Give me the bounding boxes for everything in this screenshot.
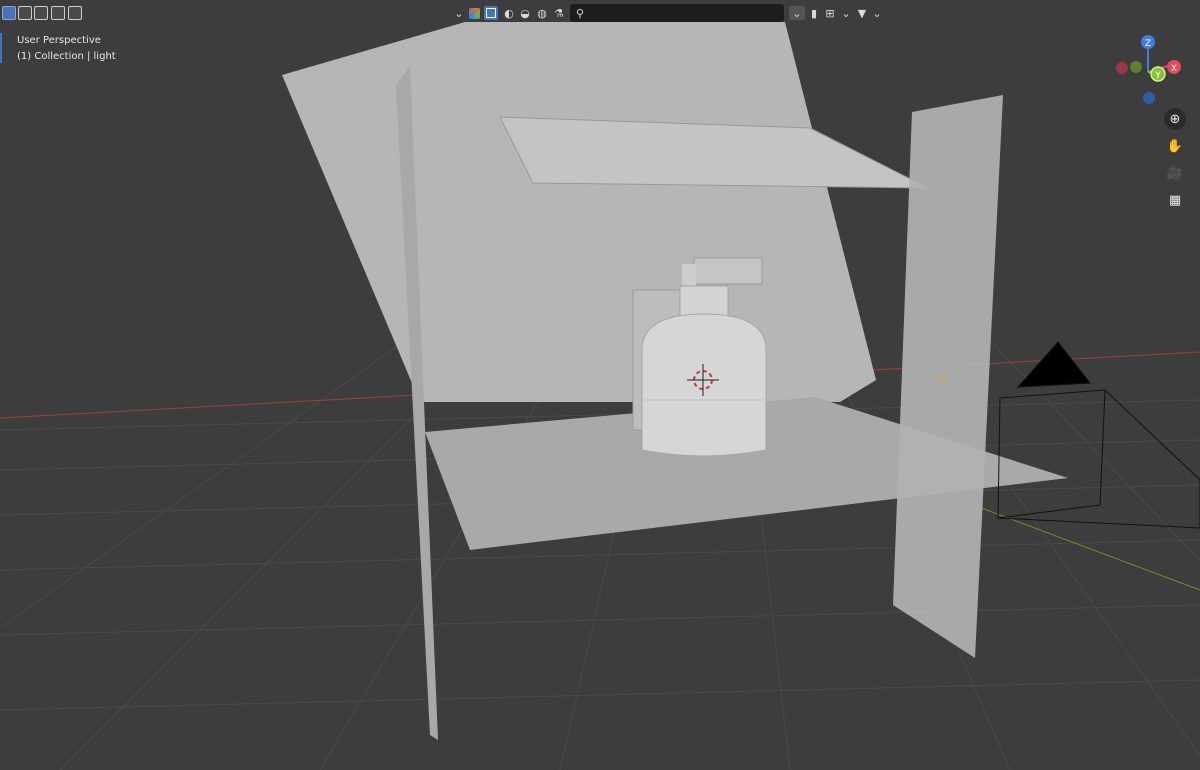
select-intersect-icon[interactable] <box>68 6 82 20</box>
select-subtract-icon[interactable] <box>34 6 48 20</box>
chevron-down-icon[interactable]: ⌄ <box>870 6 884 20</box>
backdrop-plane[interactable] <box>282 22 876 402</box>
3d-viewport[interactable] <box>0 0 1200 770</box>
neg-y-axis-handle[interactable] <box>1130 61 1142 73</box>
neg-z-axis-handle[interactable] <box>1143 92 1155 104</box>
neg-x-axis-handle[interactable] <box>1116 62 1128 74</box>
filter-dropdown-icon[interactable]: ⌄ <box>789 6 805 20</box>
viewport-header: ⌄ ◐ ◒ ◍ ⚗ ⚲ ⌄ ▮ ⊞ ⌄ ▼ ⌄ <box>0 0 1200 28</box>
chevron-down-icon[interactable]: ⌄ <box>839 6 853 20</box>
chevron-down-icon[interactable]: ⌄ <box>452 6 466 20</box>
y-axis-label: Y <box>1154 71 1161 81</box>
shading-material-icon[interactable]: ◍ <box>535 6 549 20</box>
hierarchy-icon[interactable]: ⊞ <box>823 6 837 20</box>
bookmark-icon[interactable]: ▮ <box>807 6 821 20</box>
select-extend-icon[interactable] <box>18 6 32 20</box>
shading-solid-icon[interactable]: ◒ <box>518 6 532 20</box>
search-icon: ⚲ <box>576 6 585 20</box>
shading-wireframe-icon[interactable]: ◐ <box>502 6 516 20</box>
search-input[interactable]: ⚲ <box>570 4 784 22</box>
top-light-plane[interactable] <box>499 116 929 189</box>
right-light-plane[interactable] <box>893 95 1003 658</box>
select-invert-icon[interactable] <box>51 6 65 20</box>
viewport-info: User Perspective (1) Collection | light <box>17 33 116 65</box>
camera-object[interactable] <box>997 341 1200 529</box>
overlay-accent-bar <box>0 33 2 63</box>
ortho-grid-icon[interactable]: ▦ <box>1164 189 1186 211</box>
filter-funnel-icon[interactable]: ▼ <box>855 6 869 20</box>
object-types-icon[interactable] <box>467 6 481 20</box>
overlay-toggle-icon[interactable] <box>484 6 498 20</box>
x-axis-label: X <box>1171 64 1177 74</box>
navigation-gizmo[interactable]: Z X Y <box>1108 32 1188 112</box>
shading-rendered-icon[interactable]: ⚗ <box>552 6 566 20</box>
view-name: User Perspective <box>17 35 101 46</box>
zoom-icon[interactable]: ⊕ <box>1164 108 1186 130</box>
collection-label: (1) Collection | light <box>17 51 116 62</box>
z-axis-label: Z <box>1145 39 1151 49</box>
select-box-icon[interactable] <box>2 6 16 20</box>
pan-hand-icon[interactable]: ✋ <box>1164 135 1186 157</box>
camera-view-icon[interactable]: 🎥 <box>1164 162 1186 184</box>
